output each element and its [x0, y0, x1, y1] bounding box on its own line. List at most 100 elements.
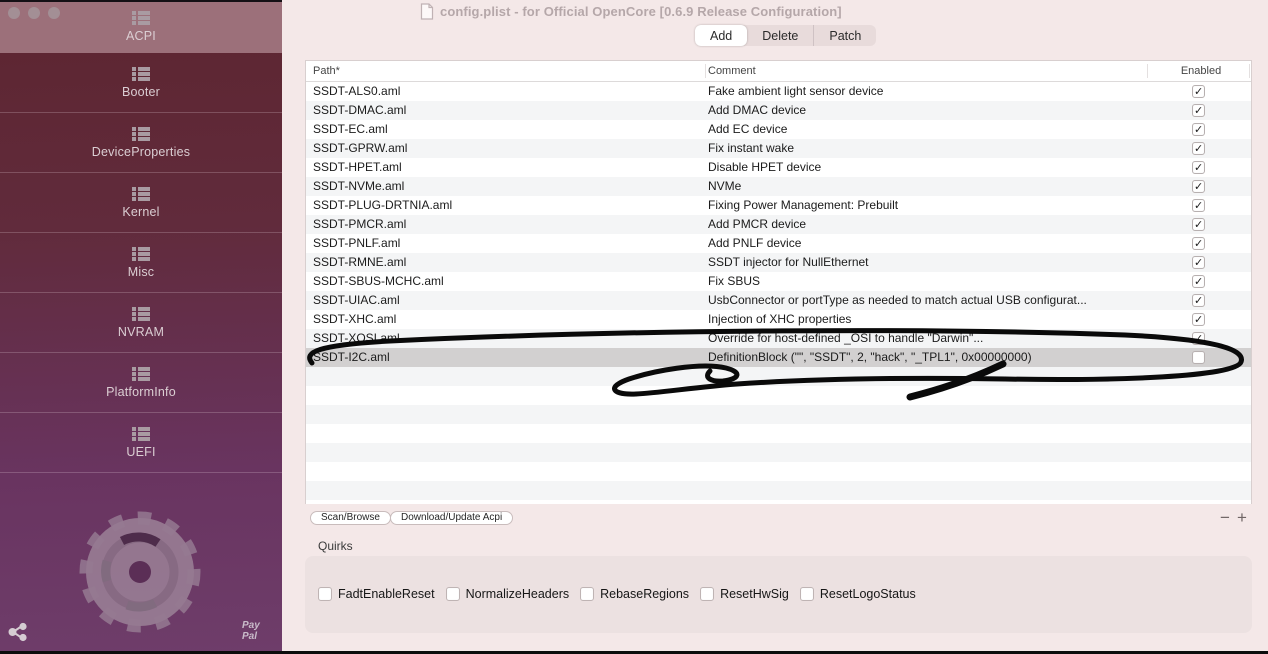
column-header-enabled[interactable]: Enabled — [1161, 61, 1241, 82]
sidebar-item-label: UEFI — [126, 445, 155, 459]
row-comment: Add EC device — [708, 120, 1146, 139]
row-enabled-checkbox[interactable] — [1192, 142, 1205, 155]
row-path: SSDT-SBUS-MCHC.aml — [313, 272, 703, 291]
download-update-acpi-button[interactable]: Download/Update Acpi — [390, 511, 513, 525]
row-path: SSDT-EC.aml — [313, 120, 703, 139]
table-row[interactable]: SSDT-PNLF.aml Add PNLF device — [306, 234, 1251, 253]
column-divider[interactable] — [1249, 64, 1250, 78]
column-header-path[interactable]: Path* — [313, 61, 340, 82]
row-enabled-checkbox[interactable] — [1192, 104, 1205, 117]
tab[interactable]: Patch — [813, 25, 876, 46]
row-enabled-checkbox[interactable] — [1192, 123, 1205, 136]
section-list-icon — [132, 307, 150, 321]
column-divider[interactable] — [1147, 64, 1148, 78]
quirk-checkbox[interactable] — [318, 587, 332, 601]
tab-label: Delete — [762, 29, 798, 43]
table-row[interactable]: SSDT-DMAC.aml Add DMAC device — [306, 101, 1251, 120]
row-add-remove-controls: − + — [1220, 508, 1247, 528]
table-row[interactable]: SSDT-XOSI.aml Override for host-defined … — [306, 329, 1251, 348]
table-row[interactable]: SSDT-UIAC.aml UsbConnector or portType a… — [306, 291, 1251, 310]
row-enabled-checkbox[interactable] — [1192, 294, 1205, 307]
table-row[interactable]: SSDT-PLUG-DRTNIA.aml Fixing Power Manage… — [306, 196, 1251, 215]
row-path: SSDT-DMAC.aml — [313, 101, 703, 120]
sidebar-item-label: Kernel — [122, 205, 159, 219]
row-enabled-checkbox[interactable] — [1192, 332, 1205, 345]
row-path: SSDT-I2C.aml — [313, 348, 703, 367]
row-comment: Fix SBUS — [708, 272, 1146, 291]
window-title: config.plist - for Official OpenCore [0.… — [440, 4, 842, 19]
row-enabled-checkbox[interactable] — [1192, 199, 1205, 212]
zoom-window-button[interactable] — [48, 7, 60, 19]
sidebar-item[interactable]: PlatformInfo — [0, 353, 282, 413]
sidebar: ACPI Booter DeviceProperties Kernel — [0, 0, 282, 654]
sidebar-item[interactable]: Misc — [0, 233, 282, 293]
sidebar-item[interactable]: UEFI — [0, 413, 282, 473]
row-path: SSDT-GPRW.aml — [313, 139, 703, 158]
table-row[interactable]: SSDT-ALS0.aml Fake ambient light sensor … — [306, 82, 1251, 101]
row-enabled-checkbox[interactable] — [1192, 313, 1205, 326]
quirk-checkbox[interactable] — [800, 587, 814, 601]
scan-browse-button[interactable]: Scan/Browse — [310, 511, 391, 525]
table-header: Path* Comment Enabled — [306, 61, 1251, 82]
row-enabled-checkbox[interactable] — [1192, 85, 1205, 98]
tab[interactable]: Add — [695, 25, 747, 46]
share-icon[interactable] — [8, 622, 28, 642]
add-row-button[interactable]: + — [1237, 508, 1247, 528]
opencore-configurator-logo — [77, 509, 203, 635]
table-row[interactable]: SSDT-EC.aml Add EC device — [306, 120, 1251, 139]
sidebar-item-label: PlatformInfo — [106, 385, 176, 399]
paypal-donate-label[interactable]: Pay Pal — [242, 620, 272, 642]
row-comment: Add PMCR device — [708, 215, 1146, 234]
sidebar-item[interactable]: NVRAM — [0, 293, 282, 353]
quirks-options: FadtEnableReset NormalizeHeaders RebaseR… — [318, 587, 916, 601]
section-list-icon — [132, 187, 150, 201]
table-row[interactable]: SSDT-SBUS-MCHC.aml Fix SBUS — [306, 272, 1251, 291]
sidebar-item[interactable]: Kernel — [0, 173, 282, 233]
row-enabled-checkbox[interactable] — [1192, 256, 1205, 269]
remove-row-button[interactable]: − — [1220, 508, 1230, 528]
quirk-checkbox[interactable] — [580, 587, 594, 601]
main-content: config.plist - for Official OpenCore [0.… — [282, 0, 1268, 654]
close-window-button[interactable] — [8, 7, 20, 19]
row-path: SSDT-RMNE.aml — [313, 253, 703, 272]
table-row[interactable]: SSDT-XHC.aml Injection of XHC properties — [306, 310, 1251, 329]
table-body: SSDT-ALS0.aml Fake ambient light sensor … — [306, 82, 1251, 504]
screen: ACPI Booter DeviceProperties Kernel — [0, 0, 1268, 654]
sidebar-item-label: Misc — [128, 265, 155, 279]
table-row[interactable]: SSDT-GPRW.aml Fix instant wake — [306, 139, 1251, 158]
row-enabled-checkbox[interactable] — [1192, 275, 1205, 288]
row-path: SSDT-ALS0.aml — [313, 82, 703, 101]
row-enabled-checkbox[interactable] — [1192, 218, 1205, 231]
column-divider[interactable] — [705, 64, 706, 78]
tab[interactable]: Delete — [747, 25, 813, 46]
quirk-label: ResetLogoStatus — [820, 587, 916, 601]
section-list-icon — [132, 127, 150, 141]
window-titlebar: config.plist - for Official OpenCore [0.… — [420, 3, 842, 20]
sidebar-item[interactable]: DeviceProperties — [0, 113, 282, 173]
table-row[interactable]: SSDT-PMCR.aml Add PMCR device — [306, 215, 1251, 234]
row-enabled-checkbox[interactable] — [1192, 161, 1205, 174]
row-path: SSDT-PLUG-DRTNIA.aml — [313, 196, 703, 215]
quirk-checkbox[interactable] — [700, 587, 714, 601]
sidebar-item-label: Booter — [122, 85, 160, 99]
row-comment: Add DMAC device — [708, 101, 1146, 120]
quirk-label: ResetHwSig — [720, 587, 789, 601]
quirk-option: ResetLogoStatus — [800, 587, 916, 601]
table-row[interactable]: SSDT-I2C.aml DefinitionBlock ("", "SSDT"… — [306, 348, 1251, 367]
column-header-comment[interactable]: Comment — [708, 61, 756, 82]
minimize-window-button[interactable] — [28, 7, 40, 19]
quirk-label: FadtEnableReset — [338, 587, 435, 601]
sidebar-item[interactable]: Booter — [0, 53, 282, 113]
row-enabled-checkbox[interactable] — [1192, 351, 1205, 364]
row-comment: Override for host-defined _OSI to handle… — [708, 329, 1146, 348]
table-row[interactable]: SSDT-RMNE.aml SSDT injector for NullEthe… — [306, 253, 1251, 272]
table-row[interactable]: SSDT-NVMe.aml NVMe — [306, 177, 1251, 196]
screen-top-edge — [0, 0, 282, 2]
quirk-option: FadtEnableReset — [318, 587, 435, 601]
quirks-panel: FadtEnableReset NormalizeHeaders RebaseR… — [305, 556, 1252, 633]
table-row[interactable]: SSDT-HPET.aml Disable HPET device — [306, 158, 1251, 177]
row-comment: SSDT injector for NullEthernet — [708, 253, 1146, 272]
row-enabled-checkbox[interactable] — [1192, 180, 1205, 193]
row-enabled-checkbox[interactable] — [1192, 237, 1205, 250]
quirk-checkbox[interactable] — [446, 587, 460, 601]
